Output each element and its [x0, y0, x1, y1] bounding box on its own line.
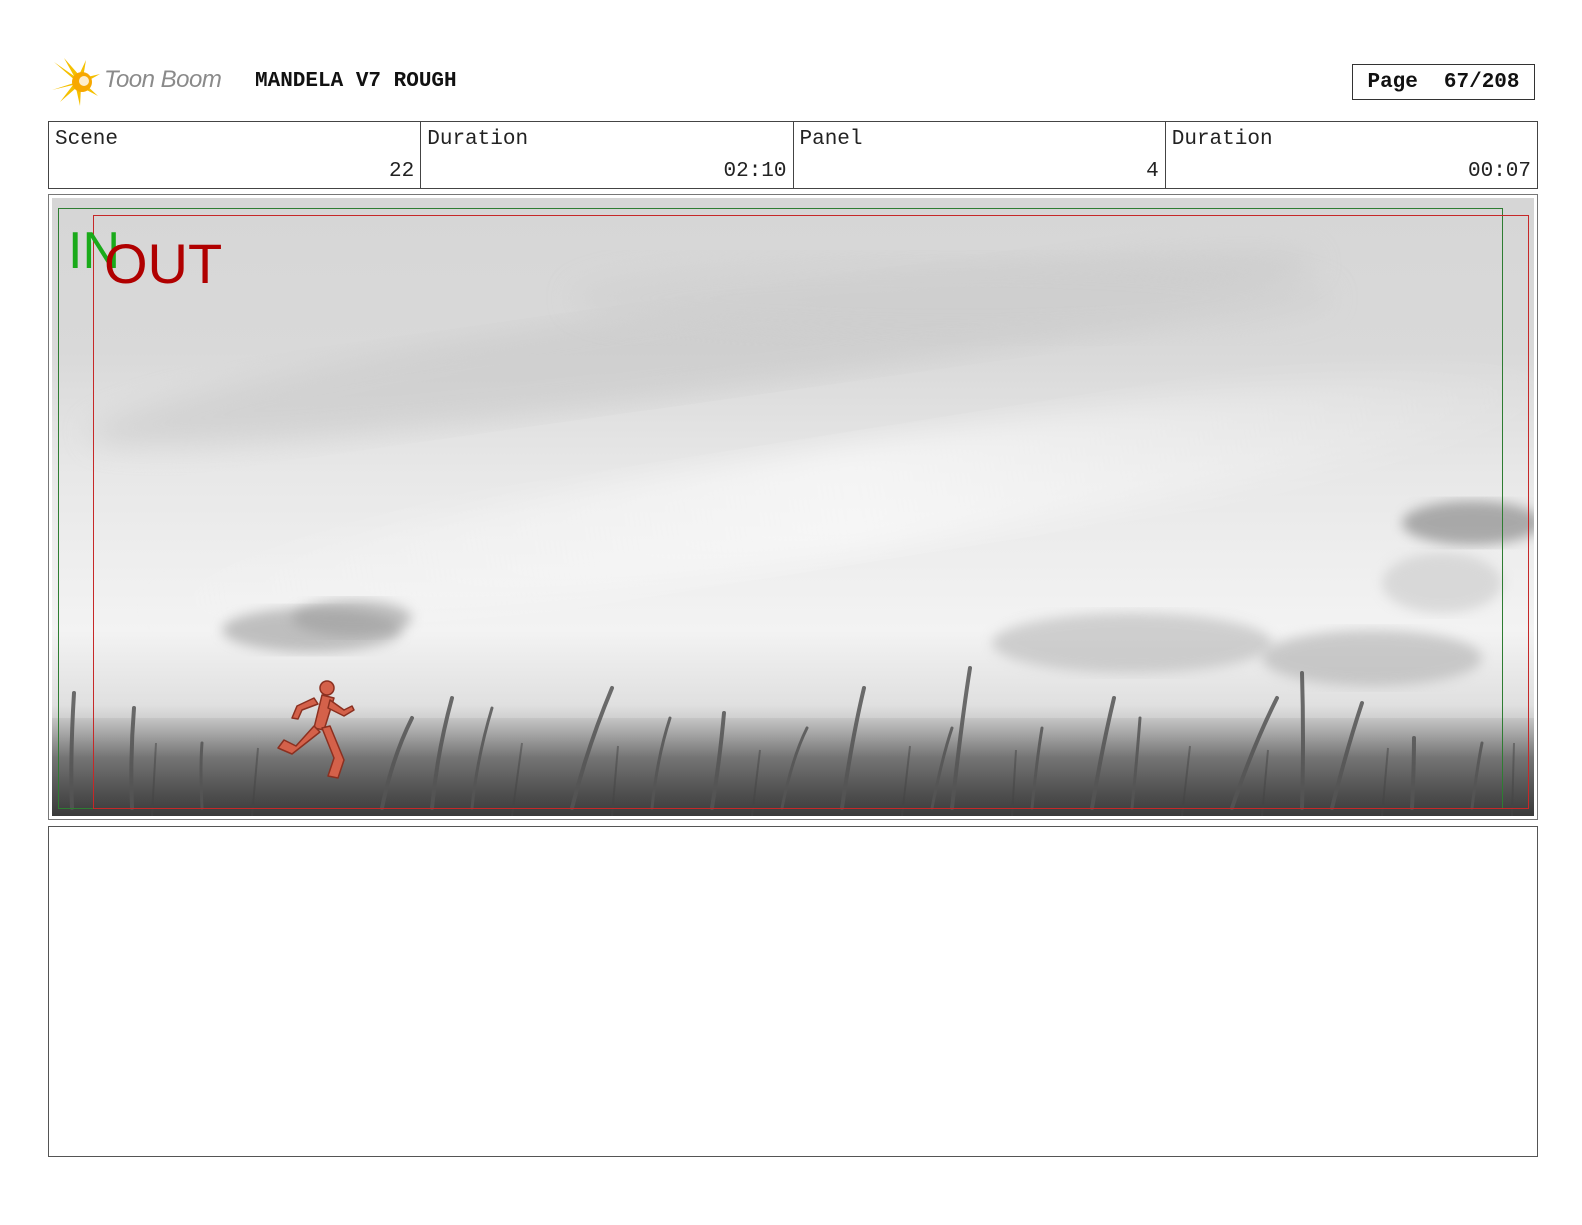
- page-number: 67/208: [1443, 70, 1520, 94]
- scene-value: 22: [389, 160, 415, 183]
- scene-cell: Scene 22: [49, 122, 422, 188]
- project-title: MANDELA V7 ROUGH: [255, 70, 457, 93]
- panel-duration-cell: Duration 00:07: [1166, 122, 1537, 188]
- safe-area-out-frame: [93, 215, 1529, 809]
- scene-info-table: Scene 22 Duration 02:10 Panel 4 Duration…: [48, 121, 1538, 189]
- panel-cell: Panel 4: [794, 122, 1166, 188]
- out-marker: OUT: [104, 232, 223, 295]
- toon-boom-logo: Toon Boom: [50, 56, 246, 108]
- panel-duration-value: 00:07: [1467, 160, 1531, 183]
- logo-wordmark: Toon Boom: [104, 66, 222, 93]
- scene-label: Scene: [55, 128, 119, 151]
- scene-duration-value: 02:10: [723, 160, 787, 183]
- page-indicator: Page 67/208: [1352, 64, 1535, 100]
- scene-duration-label: Duration: [427, 128, 529, 151]
- panel-label: Panel: [799, 128, 863, 151]
- starburst-logo-icon: [52, 58, 100, 106]
- panel-notes-box[interactable]: [48, 826, 1538, 1157]
- panel-duration-label: Duration: [1171, 128, 1273, 151]
- storyboard-panel: IN OUT: [48, 194, 1538, 820]
- page-label: Page: [1367, 70, 1418, 94]
- panel-value: 4: [1146, 160, 1159, 183]
- scene-duration-cell: Duration 02:10: [421, 122, 794, 188]
